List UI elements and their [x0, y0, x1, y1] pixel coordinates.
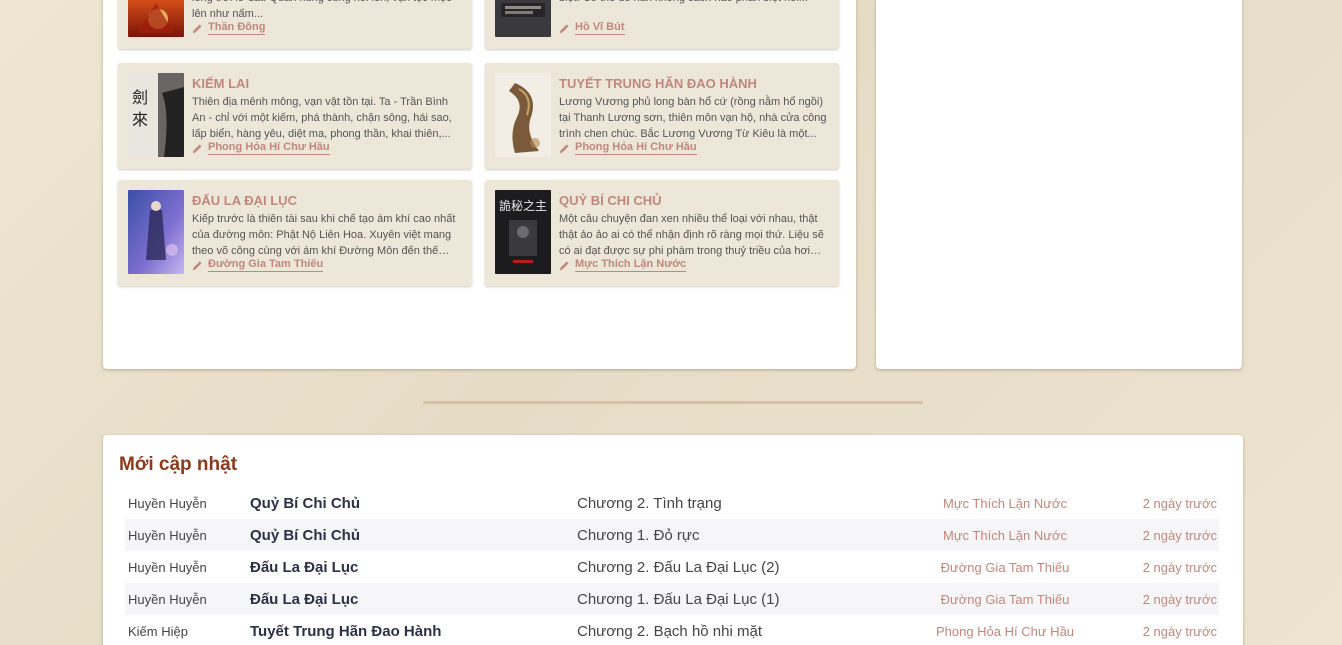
book-card[interactable]: 詭秘之主 Quỷ Bí Chi Chủ Một câu chuyện đan x…	[485, 180, 839, 286]
author-link[interactable]: Phong Hỏa Hí Chư Hầu	[930, 624, 1080, 639]
section-divider	[423, 401, 923, 404]
book-author-name: Mực Thích Lặn Nước	[575, 258, 687, 272]
pencil-icon	[192, 143, 202, 153]
book-description: Sa vào mê vòng Lý Hoa vương không cách n…	[559, 0, 829, 22]
book-card[interactable]: mặt trời mặt trăng và ngôi sao, trống nh…	[118, 0, 472, 49]
svg-text:詭秘之主: 詭秘之主	[499, 199, 547, 213]
book-title-link[interactable]: Đấu La Đại Lục	[250, 591, 358, 608]
book-title[interactable]: Kiếm Lai	[192, 76, 462, 91]
genre-link[interactable]: Huyền Huyễn	[128, 560, 207, 575]
update-row: Kiếm Hiệp Tuyết Trung Hãn Đao Hành Chươn…	[125, 615, 1219, 645]
chapter-link[interactable]: Chương 1. Đỏ rực	[577, 527, 699, 544]
chapter-link[interactable]: Chương 2. Bạch hồ nhi mặt	[577, 623, 762, 640]
update-row: Huyền Huyễn Quỷ Bí Chi Chủ Chương 1. Đỏ …	[125, 519, 1219, 551]
updates-list: Huyền Huyễn Quỷ Bí Chi Chủ Chương 2. Tìn…	[125, 487, 1219, 645]
author-link[interactable]: Đường Gia Tam Thiếu	[930, 592, 1080, 607]
author-link[interactable]: Đường Gia Tam Thiếu	[930, 560, 1080, 575]
book-title[interactable]: Tuyết Trung Hãn Đao Hành	[559, 76, 829, 91]
book-author-name: Phong Hỏa Hí Chư Hầu	[575, 141, 697, 155]
book-title[interactable]: Đấu La Đại Lục	[192, 193, 462, 208]
book-author-name: Thần Đông	[208, 21, 266, 35]
genre-link[interactable]: Kiếm Hiệp	[128, 624, 188, 639]
side-panel	[876, 0, 1242, 369]
book-card[interactable]: Đấu La Đại Lục Kiếp trước là thiên tài s…	[118, 180, 472, 286]
book-title[interactable]: Quỷ Bí Chi Chủ	[559, 193, 829, 208]
svg-text:來: 來	[132, 110, 148, 129]
update-time: 2 ngày trước	[1142, 623, 1217, 639]
book-description: mặt trời mặt trăng và ngôi sao, trống nh…	[192, 0, 452, 20]
book-title-link[interactable]: Quỷ Bí Chi Chủ	[250, 527, 360, 544]
book-author-link[interactable]: Thần Đông	[192, 21, 266, 35]
book-cover[interactable]	[495, 73, 551, 157]
book-author-name: Hồ Vĩ Bút	[575, 21, 625, 35]
book-author-link[interactable]: Hồ Vĩ Bút	[559, 21, 625, 35]
update-time: 2 ngày trước	[1142, 527, 1217, 543]
update-row: Huyền Huyễn Quỷ Bí Chi Chủ Chương 2. Tìn…	[125, 487, 1219, 519]
book-cover[interactable]	[495, 0, 551, 37]
book-cover[interactable]: 劍來	[128, 73, 184, 157]
book-cover[interactable]	[128, 190, 184, 274]
book-title-link[interactable]: Quỷ Bí Chi Chủ	[250, 495, 360, 512]
author-link[interactable]: Mực Thích Lặn Nước	[930, 496, 1080, 511]
update-time: 2 ngày trước	[1142, 495, 1217, 511]
book-author-name: Đường Gia Tam Thiếu	[208, 258, 324, 272]
book-author-link[interactable]: Đường Gia Tam Thiếu	[192, 258, 324, 272]
book-author-name: Phong Hỏa Hí Chư Hầu	[208, 141, 330, 155]
book-card[interactable]: Sa vào mê vòng Lý Hoa vương không cách n…	[485, 0, 839, 49]
genre-link[interactable]: Huyền Huyễn	[128, 496, 207, 511]
book-description: Một câu chuyện đan xen nhiều thể loại vớ…	[559, 213, 824, 257]
book-author-link[interactable]: Phong Hỏa Hí Chư Hầu	[192, 141, 330, 155]
book-description: Lương Vương phủ long bàn hổ cứ (rồng nằm…	[559, 96, 827, 140]
pencil-icon	[559, 23, 569, 33]
genre-link[interactable]: Huyền Huyễn	[128, 528, 207, 543]
genre-link[interactable]: Huyền Huyễn	[128, 592, 207, 607]
update-time: 2 ngày trước	[1142, 591, 1217, 607]
pencil-icon	[192, 260, 202, 270]
update-row: Huyền Huyễn Đấu La Đại Lục Chương 2. Đấu…	[125, 551, 1219, 583]
book-title-link[interactable]: Tuyết Trung Hãn Đao Hành	[250, 623, 441, 640]
chapter-link[interactable]: Chương 2. Tình trạng	[577, 495, 722, 512]
book-author-link[interactable]: Phong Hỏa Hí Chư Hầu	[559, 141, 697, 155]
book-cover[interactable]: 詭秘之主	[495, 190, 551, 274]
featured-books-panel: mặt trời mặt trăng và ngôi sao, trống nh…	[103, 0, 856, 369]
pencil-icon	[559, 143, 569, 153]
svg-text:劍: 劍	[132, 88, 148, 107]
book-card[interactable]: Tuyết Trung Hãn Đao Hành Lương Vương phủ…	[485, 63, 839, 169]
recent-updates-panel: Mới cập nhật Huyền Huyễn Quỷ Bí Chi Chủ …	[103, 435, 1243, 645]
chapter-link[interactable]: Chương 2. Đấu La Đại Lục (2)	[577, 559, 779, 576]
author-link[interactable]: Mực Thích Lặn Nước	[930, 528, 1080, 543]
book-author-link[interactable]: Mực Thích Lặn Nước	[559, 258, 687, 272]
book-description: Thiên địa mênh mông, vạn vật tồn tại. Ta…	[192, 96, 452, 140]
chapter-link[interactable]: Chương 1. Đấu La Đại Lục (1)	[577, 591, 779, 608]
section-title: Mới cập nhật	[119, 454, 238, 475]
pencil-icon	[192, 23, 202, 33]
book-description: Kiếp trước là thiên tài sau khi chế tạo …	[192, 213, 456, 257]
book-card[interactable]: 劍來 Kiếm Lai Thiên địa mênh mông, vạn vật…	[118, 63, 472, 169]
book-title-link[interactable]: Đấu La Đại Lục	[250, 559, 358, 576]
pencil-icon	[559, 260, 569, 270]
book-cover[interactable]	[128, 0, 184, 37]
update-row: Huyền Huyễn Đấu La Đại Lục Chương 1. Đấu…	[125, 583, 1219, 615]
update-time: 2 ngày trước	[1142, 559, 1217, 575]
